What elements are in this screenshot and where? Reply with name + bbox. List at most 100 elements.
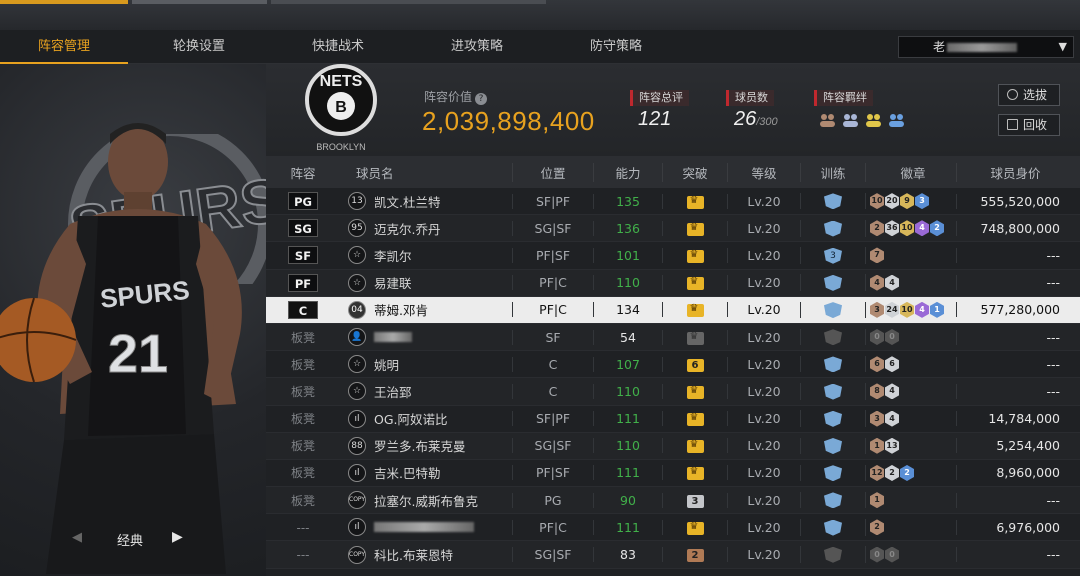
tab-lineup-management[interactable]: 阵容管理	[0, 30, 128, 64]
table-row[interactable]: 板凳88罗兰多.布莱克曼SG|SF110Lv.201135,254,400	[266, 432, 1080, 460]
breakthrough-cell[interactable]	[662, 465, 728, 481]
badges-cell[interactable]: 3 24 10 4 1	[866, 301, 956, 318]
table-row[interactable]: 板凳👤SF54Lv.2000---	[266, 323, 1080, 352]
tab-rotation-settings[interactable]: 轮换设置	[135, 30, 263, 64]
col-header-worth[interactable]: 球员身价	[956, 162, 1074, 182]
slot-cell[interactable]: 板凳	[266, 492, 340, 509]
chemistry-silver-icon[interactable]	[841, 112, 860, 128]
table-row[interactable]: 板凳 COPY 拉塞尔.威斯布鲁克 PG 90 3 Lv.20 1 ---	[266, 487, 1080, 515]
training-cell[interactable]	[800, 355, 866, 373]
name-cell[interactable]: ☆ 王治郅	[340, 382, 512, 401]
breakthrough-cell[interactable]: 6	[662, 356, 728, 372]
col-header-slot[interactable]: 阵容	[266, 163, 340, 182]
tab-quick-tactics[interactable]: 快捷战术	[274, 30, 402, 64]
slot-cell[interactable]: ---	[266, 520, 340, 535]
col-header-badges[interactable]: 徽章	[866, 163, 956, 182]
table-row[interactable]: 板凳☆王治郅C110Lv.2084---	[266, 378, 1080, 406]
table-row[interactable]: PF☆易建联PF|C110Lv.2044---	[266, 269, 1080, 297]
breakthrough-cell[interactable]	[662, 438, 728, 454]
training-cell[interactable]	[800, 491, 866, 509]
name-cell[interactable]: ıl OG.阿奴诺比	[340, 409, 512, 428]
col-header-breakthrough[interactable]: 突破	[662, 162, 728, 182]
table-row[interactable]: 板凳ıl吉米.巴特勒PF|SF111Lv.2012228,960,000	[266, 460, 1080, 488]
breakthrough-cell[interactable]: 2	[662, 547, 728, 563]
user-dropdown[interactable]: 老 ▼	[898, 36, 1074, 58]
tab-defense-strategy[interactable]: 防守策略	[552, 30, 680, 64]
badges-cell[interactable]: 10 20 9 3	[866, 193, 956, 210]
breakthrough-cell[interactable]	[662, 411, 728, 427]
badges-cell[interactable]: 66	[866, 356, 956, 373]
name-cell[interactable]: COPY 科比.布莱恩特	[340, 545, 512, 564]
badges-cell[interactable]: 2	[866, 519, 956, 536]
name-cell[interactable]: ☆ 李凯尔	[340, 246, 512, 265]
chemistry-gold-icon[interactable]	[864, 112, 883, 128]
name-cell[interactable]: 13 凯文.杜兰特	[340, 192, 512, 211]
name-cell[interactable]: 88 罗兰多.布莱克曼	[340, 436, 512, 455]
name-cell[interactable]: 👤	[340, 328, 512, 347]
slot-cell[interactable]: 板凳	[266, 329, 340, 346]
training-cell[interactable]	[800, 437, 866, 455]
col-header-position[interactable]: 位置	[512, 162, 594, 182]
name-cell[interactable]: COPY 拉塞尔.威斯布鲁克	[340, 491, 512, 510]
training-cell[interactable]	[800, 274, 866, 291]
slot-cell[interactable]: 板凳	[266, 437, 340, 454]
breakthrough-cell[interactable]	[662, 193, 728, 209]
badges-cell[interactable]: 1	[866, 492, 956, 509]
badges-cell[interactable]: 00	[866, 329, 956, 346]
training-cell[interactable]	[800, 546, 866, 563]
badges-cell[interactable]: 2 36 10 4 2	[866, 220, 956, 237]
breakthrough-cell[interactable]	[662, 302, 728, 318]
chemistry-bronze-icon[interactable]	[818, 112, 837, 128]
training-cell[interactable]	[800, 328, 866, 346]
name-cell[interactable]: 04 蒂姆.邓肯	[340, 300, 512, 319]
name-cell[interactable]: ☆ 姚明	[340, 355, 512, 374]
breakthrough-cell[interactable]: 3	[662, 492, 728, 508]
col-header-name[interactable]: 球员名	[340, 163, 512, 182]
badges-cell[interactable]: 44	[866, 274, 956, 291]
badges-cell[interactable]: 00	[866, 546, 956, 563]
table-row[interactable]: 板凳 ☆ 姚明 C 107 6 Lv.20 6 6 ---	[266, 351, 1080, 379]
col-header-training[interactable]: 训练	[800, 162, 866, 182]
slot-cell[interactable]: C	[266, 300, 340, 319]
badges-cell[interactable]: 1 13	[866, 437, 956, 454]
breakthrough-cell[interactable]	[662, 247, 728, 263]
table-row[interactable]: SF ☆ 李凯尔 PF|SF 101 Lv.20 3 7 ---	[266, 242, 1080, 270]
select-players-button[interactable]: 选拔	[998, 84, 1060, 106]
table-row[interactable]: 板凳ılOG.阿奴诺比SF|PF111Lv.203414,784,000	[266, 406, 1080, 433]
training-cell[interactable]: 3	[800, 247, 866, 264]
slot-cell[interactable]: 板凳	[266, 410, 340, 427]
slot-cell[interactable]: PG	[266, 192, 340, 211]
training-cell[interactable]	[800, 410, 866, 427]
slot-cell[interactable]: 板凳	[266, 464, 340, 481]
training-cell[interactable]	[800, 464, 866, 482]
help-icon[interactable]: ?	[475, 93, 488, 105]
training-cell[interactable]	[800, 383, 866, 400]
col-header-level[interactable]: 等级	[728, 163, 800, 182]
breakthrough-cell[interactable]	[662, 383, 728, 399]
slot-cell[interactable]: SF	[266, 246, 340, 265]
badges-cell[interactable]: 12 2 2	[866, 464, 956, 481]
tab-offense-strategy[interactable]: 进攻策略	[413, 30, 541, 64]
name-cell[interactable]: 95 迈克尔.乔丹	[340, 219, 512, 238]
col-header-ability[interactable]: 能力	[594, 163, 662, 182]
training-cell[interactable]	[800, 220, 866, 237]
name-cell[interactable]: ☆ 易建联	[340, 273, 512, 292]
prev-mode-arrow-icon[interactable]: ◀	[72, 530, 82, 545]
slot-cell[interactable]: ---	[266, 547, 340, 562]
breakthrough-cell[interactable]	[662, 275, 728, 291]
training-cell[interactable]	[800, 519, 866, 536]
table-row[interactable]: C04蒂姆.邓肯PF|C134Lv.203241041577,280,000	[266, 296, 1080, 324]
recycle-button[interactable]: 回收	[998, 114, 1060, 136]
badges-cell[interactable]: 84	[866, 383, 956, 400]
badges-cell[interactable]: 7	[866, 247, 956, 264]
training-cell[interactable]	[800, 301, 866, 319]
table-row[interactable]: --- ıl PF|C 111 Lv.20 2 6,976,000	[266, 514, 1080, 542]
badges-cell[interactable]: 34	[866, 410, 956, 427]
table-row[interactable]: --- COPY 科比.布莱恩特 SG|SF 83 2 Lv.20 0 0 ---	[266, 541, 1080, 569]
breakthrough-cell[interactable]	[662, 220, 728, 236]
table-row[interactable]: PG13凯文.杜兰特SF|PF135Lv.20102093555,520,000	[266, 188, 1080, 216]
name-cell[interactable]: ıl	[340, 518, 512, 537]
slot-cell[interactable]: 板凳	[266, 356, 340, 373]
next-mode-arrow-icon[interactable]: ▶	[172, 529, 183, 545]
chemistry-blue-icon[interactable]	[887, 112, 906, 128]
